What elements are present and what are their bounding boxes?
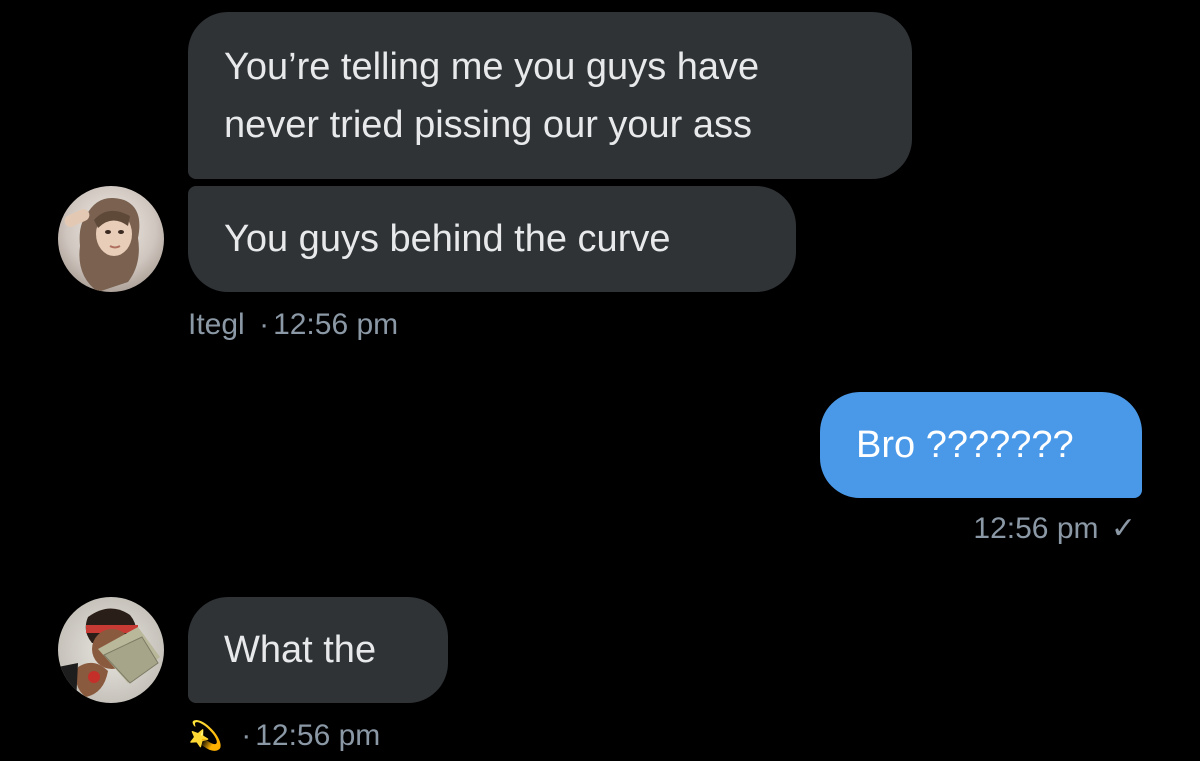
- meta-separator: ·: [241, 719, 252, 752]
- checkmark-icon: ✓: [1110, 512, 1136, 545]
- message-bubble-received[interactable]: You’re telling me you guys have never tr…: [188, 12, 912, 179]
- message-bubble-received[interactable]: What the: [188, 597, 448, 703]
- meta-separator: ·: [259, 308, 270, 341]
- message-text: Bro ???????: [856, 424, 1074, 466]
- message-meta: 💫 · 12:56 pm: [188, 718, 380, 754]
- message-bubble-received[interactable]: You guys behind the curve: [188, 186, 796, 292]
- message-text: What the: [224, 629, 377, 671]
- message-text: You’re telling me you guys have: [224, 45, 760, 88]
- message-time: 12:56 pm: [973, 512, 1099, 545]
- message-text: never tried pissing our your ass: [224, 103, 753, 146]
- message-meta: 12:56 pm ✓: [973, 511, 1136, 547]
- message-text: You guys behind the curve: [224, 218, 671, 260]
- message-bubble-sent[interactable]: Bro ???????: [820, 392, 1142, 498]
- sender-name[interactable]: Itegl: [188, 308, 245, 341]
- user-avatar-photo-icon: [58, 186, 164, 292]
- user-avatar[interactable]: [58, 186, 164, 292]
- message-time: 12:56 pm: [273, 308, 399, 341]
- user-avatar[interactable]: [58, 597, 164, 703]
- sender-emoji[interactable]: 💫: [188, 720, 223, 751]
- message-meta: Itegl · 12:56 pm: [188, 307, 398, 343]
- user-avatar-photo-icon: [58, 597, 164, 703]
- message-time: 12:56 pm: [255, 719, 381, 752]
